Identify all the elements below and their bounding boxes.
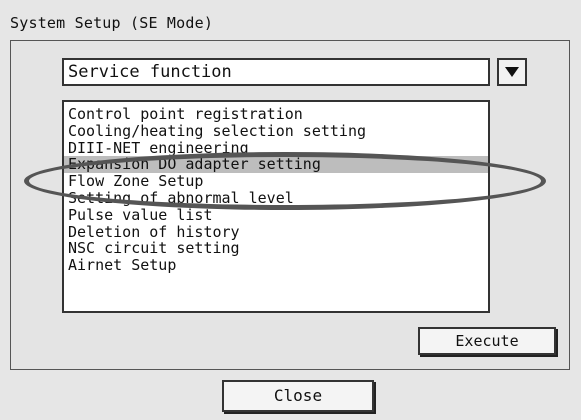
list-item[interactable]: Airnet Setup (64, 257, 488, 274)
function-select-dropdown-button[interactable] (497, 58, 527, 86)
triangle-down-icon (505, 67, 519, 77)
list-item[interactable]: Cooling/heating selection setting (64, 122, 488, 140)
list-item-selected[interactable]: Expansion DO adapter setting (64, 156, 488, 174)
function-list[interactable]: Control point registration Cooling/heati… (62, 100, 490, 313)
function-select-field[interactable]: Service function (62, 58, 490, 86)
close-button[interactable]: Close (222, 380, 374, 412)
execute-button[interactable]: Execute (418, 327, 556, 355)
list-item[interactable]: Control point registration (64, 106, 488, 123)
list-item[interactable]: DIII-NET engineering (64, 139, 488, 157)
list-item[interactable]: Deletion of history (64, 223, 488, 241)
list-item[interactable]: Flow Zone Setup (64, 173, 488, 190)
list-item[interactable]: Setting of abnormal level (64, 190, 488, 207)
list-item[interactable]: Pulse value list (64, 206, 488, 224)
window-title: System Setup (SE Mode) (10, 14, 214, 32)
list-item[interactable]: NSC circuit setting (64, 240, 488, 257)
